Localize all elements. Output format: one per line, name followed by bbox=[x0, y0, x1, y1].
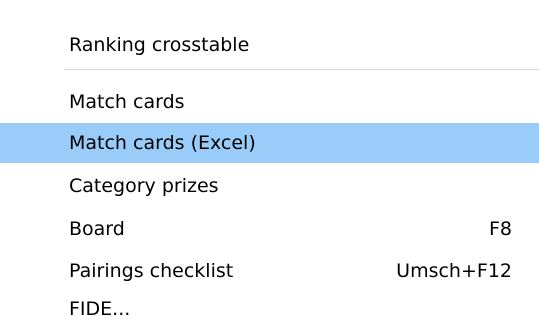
menu-item-label: Ranking crosstable bbox=[69, 34, 250, 56]
menu-item-match-cards-excel[interactable]: Match cards (Excel) bbox=[0, 123, 539, 163]
menu-item-board[interactable]: Board F8 bbox=[0, 209, 539, 249]
menu-item-label: Board bbox=[69, 218, 125, 240]
menu-separator bbox=[64, 69, 539, 70]
menu-item-shortcut: F8 bbox=[488, 218, 512, 240]
menu-item-label: FIDE... bbox=[69, 298, 131, 320]
menu-item-label: Match cards (Excel) bbox=[69, 132, 256, 154]
menu-item-label: Pairings checklist bbox=[69, 260, 234, 282]
menu-item-match-cards[interactable]: Match cards bbox=[0, 82, 539, 122]
menu-item-fide[interactable]: FIDE... bbox=[0, 289, 539, 329]
menu-item-ranking-crosstable[interactable]: Ranking crosstable bbox=[0, 25, 539, 65]
menu-item-label: Category prizes bbox=[69, 175, 219, 197]
menu-item-pairings-checklist[interactable]: Pairings checklist Umsch+F12 bbox=[0, 251, 539, 291]
context-menu: Ranking crosstable Match cards Match car… bbox=[0, 0, 539, 329]
menu-item-category-prizes[interactable]: Category prizes bbox=[0, 166, 539, 206]
menu-item-shortcut: Umsch+F12 bbox=[396, 260, 512, 282]
menu-item-label: Match cards bbox=[69, 91, 185, 113]
